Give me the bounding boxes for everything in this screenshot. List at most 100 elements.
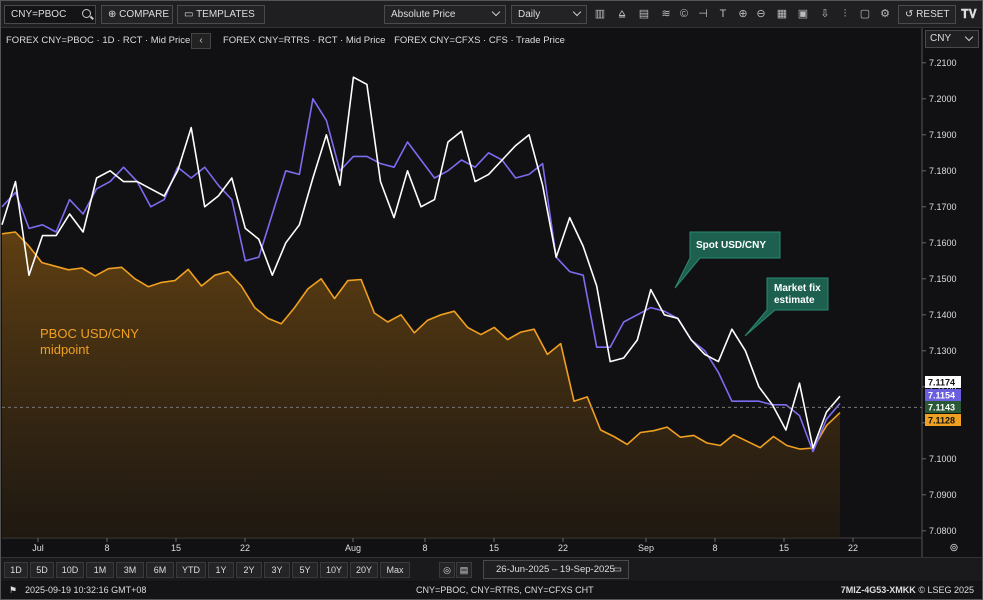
axis-settings-icon[interactable]: ⊚ xyxy=(949,542,958,554)
status-code: 7MIZ-4G53-XMKK xyxy=(840,585,916,595)
legend-series-rtrs[interactable]: FOREX CNY=RTRS · RCT · Mid Price xyxy=(223,35,386,46)
range-button-6m[interactable]: 6M xyxy=(146,562,174,578)
range-button-10y[interactable]: 10Y xyxy=(320,562,348,578)
chevron-down-icon xyxy=(572,7,582,17)
range-button-10d[interactable]: 10D xyxy=(56,562,84,578)
interval-select[interactable]: Daily xyxy=(511,5,587,24)
status-bar: ⚑ 2025-09-19 10:32:16 GMT+08 CNY=PBOC, C… xyxy=(1,582,982,599)
folder-icon: ▭ xyxy=(184,9,194,20)
crosshair-icon[interactable]: ⊣ xyxy=(697,8,709,20)
range-button-2y[interactable]: 2Y xyxy=(236,562,262,578)
estimate-annotation: Market fix xyxy=(774,283,821,294)
layout-icon[interactable]: ▢ xyxy=(859,8,871,20)
interval-value: Daily xyxy=(518,9,541,20)
table-icon[interactable]: ▦ xyxy=(776,8,788,20)
zoom-out-icon[interactable]: ⊖ xyxy=(755,8,767,20)
calendar-table-icon[interactable]: ▤ xyxy=(456,562,472,578)
y-tick-label: 7.1400 xyxy=(929,310,957,320)
indicator-icon[interactable]: ⩠ xyxy=(616,8,628,20)
other-last-value: 7.1143 xyxy=(928,403,955,413)
y-tick-label: 7.1000 xyxy=(929,454,957,464)
spot-last-value: 7.1174 xyxy=(928,378,955,388)
templates-button[interactable]: ▭ TEMPLATES xyxy=(177,5,265,24)
pboc-annotation-line2: midpoint xyxy=(40,342,90,357)
zoom-in-icon[interactable]: ⊕ xyxy=(737,8,749,20)
estimate-last-value: 7.1154 xyxy=(928,391,955,401)
currency-value: CNY xyxy=(930,33,952,44)
reset-label: RESET xyxy=(916,9,950,20)
bar-chart-icon[interactable]: ▤ xyxy=(638,8,650,20)
search-icon[interactable] xyxy=(82,9,91,18)
compare-button[interactable]: ⊕ COMPARE xyxy=(101,5,173,24)
range-button-max[interactable]: Max xyxy=(380,562,410,578)
range-button-1m[interactable]: 1M xyxy=(86,562,114,578)
x-tick-label: 8 xyxy=(712,543,717,553)
date-range-picker[interactable]: 26-Jun-2025 – 19-Sep-2025 ▭ xyxy=(483,560,629,579)
currency-icon[interactable]: © xyxy=(678,8,690,20)
chevron-left-icon: ‹ xyxy=(199,35,203,46)
x-tick-label: 8 xyxy=(422,543,427,553)
y-tick-label: 7.1800 xyxy=(929,166,957,176)
x-tick-label: Jul xyxy=(32,543,44,553)
range-button-20y[interactable]: 20Y xyxy=(350,562,378,578)
series-legend: FOREX CNY=PBOC · 1D · RCT · Mid Price FO… xyxy=(6,35,571,49)
range-button-1y[interactable]: 1Y xyxy=(208,562,234,578)
range-button-3m[interactable]: 3M xyxy=(116,562,144,578)
y-tick-label: 7.0900 xyxy=(929,490,957,500)
toolbar: CNY=PBOC ⊕ COMPARE ▭ TEMPLATES Absolute … xyxy=(1,1,982,28)
y-tick-label: 7.1600 xyxy=(929,238,957,248)
flag-icon: ⚑ xyxy=(9,585,18,595)
chart-plot[interactable]: 7.2100 7.2000 7.1900 7.1800 7.1700 7.1600 7.15… xyxy=(0,0,983,600)
range-button-3y[interactable]: 3Y xyxy=(264,562,290,578)
x-tick-label: Sep xyxy=(638,543,654,553)
legend-series-cfxs[interactable]: FOREX CNY=CFXS · CFS · Trade Price xyxy=(394,35,565,46)
range-button-5d[interactable]: 5D xyxy=(30,562,54,578)
chart-type-icon[interactable]: ▥ xyxy=(594,8,606,20)
pboc-last-value: 7.1128 xyxy=(928,416,955,426)
x-tick-label: 22 xyxy=(240,543,250,553)
range-button-5y[interactable]: 5Y xyxy=(292,562,318,578)
grid-icon[interactable]: ▣ xyxy=(797,8,809,20)
collapse-legend-button[interactable]: ‹ xyxy=(191,33,211,49)
status-right: 7MIZ-4G53-XMKK © LSEG 2025 xyxy=(841,582,974,599)
legend-series-pboc[interactable]: FOREX CNY=PBOC · 1D · RCT · Mid Price xyxy=(6,35,190,46)
range-button-1d[interactable]: 1D xyxy=(4,562,28,578)
x-tick-label: Aug xyxy=(345,543,361,553)
status-timestamp: 2025-09-19 10:32:16 GMT+08 xyxy=(25,585,147,595)
x-tick-label: 15 xyxy=(171,543,181,553)
waves-icon[interactable]: ≋ xyxy=(660,8,672,20)
status-rics: CNY=PBOC, CNY=RTRS, CNY=CFXS CHT xyxy=(416,585,594,595)
download-icon[interactable]: ⇩ xyxy=(819,8,831,20)
pboc-annotation: PBOC USD/CNY xyxy=(40,326,139,341)
x-tick-label: 15 xyxy=(779,543,789,553)
text-tool-icon[interactable]: T xyxy=(717,8,729,20)
y-tick-label: 7.2000 xyxy=(929,94,957,104)
calendar-icon: ▭ xyxy=(613,564,622,575)
x-tick-label: 15 xyxy=(489,543,499,553)
spot-annotation: Spot USD/CNY xyxy=(696,240,766,251)
stats-icon[interactable]: ⫶ xyxy=(839,8,851,20)
price-type-select[interactable]: Absolute Price xyxy=(384,5,506,24)
price-type-value: Absolute Price xyxy=(391,9,456,20)
plus-circle-icon: ⊕ xyxy=(108,9,117,20)
currency-select[interactable]: CNY xyxy=(925,30,979,48)
tradingview-logo-icon: 𝐓𝐕 xyxy=(961,7,977,21)
chevron-down-icon xyxy=(964,32,974,42)
range-bar: 1D 5D 10D 1M 3M 6M YTD 1Y 2Y 3Y 5Y 10Y 20Y Max ◎ ▤ 26… xyxy=(1,557,982,581)
x-tick-label: 22 xyxy=(848,543,858,553)
x-tick-label: 8 xyxy=(104,543,109,553)
y-tick-label: 7.1300 xyxy=(929,346,957,356)
compare-range-icon[interactable]: ◎ xyxy=(439,562,455,578)
chevron-down-icon xyxy=(491,7,501,17)
y-tick-label: 7.1900 xyxy=(929,130,957,140)
templates-label: TEMPLATES xyxy=(196,9,255,20)
reset-button[interactable]: ↺ RESET xyxy=(898,5,956,24)
gear-icon[interactable]: ⚙ xyxy=(879,8,891,20)
ric-value: CNY=PBOC xyxy=(11,9,67,20)
y-tick-label: 7.0800 xyxy=(929,526,957,536)
estimate-annotation-line2: estimate xyxy=(774,295,815,306)
range-button-ytd[interactable]: YTD xyxy=(176,562,206,578)
y-tick-label: 7.1500 xyxy=(929,274,957,284)
y-tick-label: 7.2100 xyxy=(929,58,957,68)
ric-search-input[interactable]: CNY=PBOC xyxy=(4,5,96,24)
